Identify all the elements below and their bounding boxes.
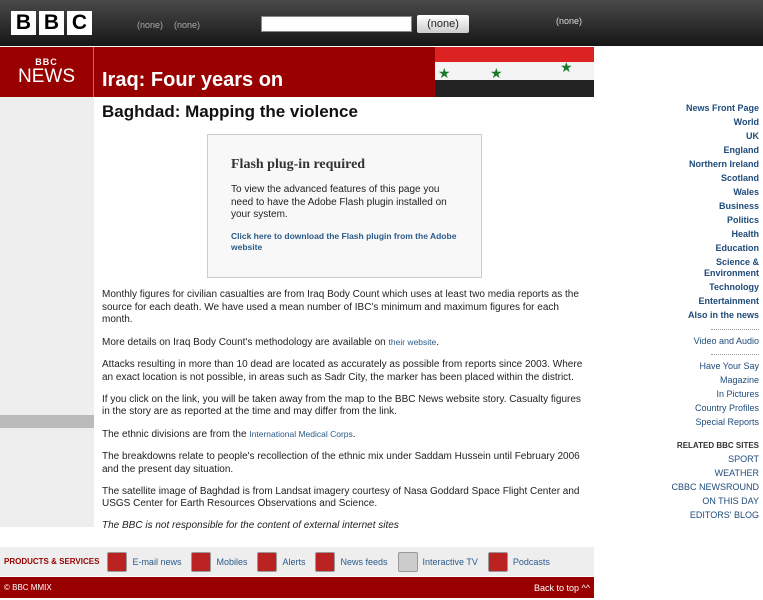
divider — [711, 329, 759, 330]
sidebar-item[interactable]: World — [734, 117, 759, 128]
product-label: Interactive TV — [422, 556, 478, 567]
article-body: Monthly figures for civilian casualties … — [102, 289, 588, 542]
top-right-link[interactable]: (none) — [556, 16, 582, 26]
flash-text: To view the advanced features of this pa… — [231, 184, 447, 220]
sidebar-item[interactable]: Environment — [704, 268, 759, 279]
iraq-flag-image: ★ ★ ★ — [435, 47, 594, 97]
sidebar-item[interactable]: Politics — [727, 215, 759, 226]
disclaimer-text: The BBC is not responsible for the conte… — [102, 520, 399, 531]
related-site-link[interactable]: CBBC NEWSROUND — [671, 482, 759, 493]
paragraph: The ethnic divisions are from the Intern… — [102, 428, 588, 442]
back-to-top-link[interactable]: Back to top ^^ — [534, 583, 590, 593]
related-site-link[interactable]: EDITORS' BLOG — [690, 510, 759, 521]
imc-link[interactable]: International Medical Corps — [249, 429, 352, 439]
sidebar-item-video[interactable]: Video and Audio — [694, 336, 759, 347]
paragraph: More details on Iraq Body Count's method… — [102, 336, 588, 350]
sidebar-item[interactable]: In Pictures — [716, 389, 759, 400]
logo-letter: B — [39, 11, 64, 35]
bbc-logo[interactable]: B B C — [11, 11, 92, 35]
top-link-1[interactable]: (none) — [137, 20, 163, 30]
sidebar-highlight — [0, 415, 94, 428]
search-input[interactable] — [261, 16, 412, 32]
products-label: PRODUCTS & SERVICES — [4, 557, 100, 566]
divider — [711, 354, 759, 355]
copyright: © BBC MMIX — [4, 583, 52, 592]
flash-notice: Flash plug-in required To view the advan… — [207, 134, 482, 278]
sidebar — [0, 97, 94, 527]
footer: © BBC MMIX Back to top ^^ — [0, 577, 594, 598]
podcast-icon — [487, 551, 508, 572]
logo-letter: B — [11, 11, 36, 35]
product-podcasts[interactable]: Podcasts — [487, 551, 550, 572]
text: More details on Iraq Body Count's method… — [102, 337, 389, 348]
logo-news: NEWS — [18, 66, 75, 87]
text: . — [352, 429, 356, 440]
sidebar-item[interactable]: Education — [715, 243, 759, 254]
sidebar-item[interactable]: Also in the news — [688, 310, 759, 321]
product-mobiles[interactable]: Mobiles — [191, 551, 248, 572]
banner: BBC NEWS Iraq: Four years on ★ ★ ★ — [0, 47, 594, 97]
top-bar: B B C (none) (none) (none) (none) — [0, 0, 763, 46]
sidebar-item[interactable]: England — [724, 145, 760, 156]
text: The ethnic divisions are from the — [102, 429, 250, 440]
related-sites-heading: RELATED BBC SITES — [676, 441, 759, 450]
product-alerts[interactable]: Alerts — [257, 551, 306, 572]
tv-icon — [397, 551, 418, 572]
sidebar-item[interactable]: Business — [719, 201, 759, 212]
sidebar-item[interactable]: Wales — [733, 187, 759, 198]
text: . — [436, 337, 440, 348]
product-label: Podcasts — [512, 556, 550, 567]
related-site-link[interactable]: ON THIS DAY — [702, 496, 759, 507]
sidebar-item[interactable]: Have Your Say — [699, 361, 759, 372]
product-label: Alerts — [282, 556, 306, 567]
rss-icon — [315, 551, 336, 572]
product-label: E-mail news — [132, 556, 182, 567]
product-label: News feeds — [340, 556, 388, 567]
related-site-link[interactable]: WEATHER — [715, 468, 759, 479]
paragraph: If you click on the link, you will be ta… — [102, 393, 581, 418]
search-button[interactable]: (none) — [417, 15, 469, 33]
bbc-news-logo[interactable]: BBC NEWS — [0, 47, 94, 97]
sidebar-item[interactable]: Northern Ireland — [689, 159, 759, 170]
flash-title: Flash plug-in required — [231, 157, 366, 172]
envelope-icon — [107, 551, 128, 572]
sidebar-item[interactable]: News Front Page — [686, 103, 759, 114]
their-website-link[interactable]: their website — [389, 337, 437, 347]
sidebar-item[interactable]: Special Reports — [695, 417, 759, 428]
disclaimer: The BBC is not responsible for the conte… — [102, 520, 588, 533]
product-label: Mobiles — [216, 556, 248, 567]
paragraph: Monthly figures for civilian casualties … — [102, 289, 579, 325]
top-link-2[interactable]: (none) — [174, 20, 200, 30]
paragraph: The breakdowns relate to people's recoll… — [102, 451, 580, 475]
sidebar-item[interactable]: Science & — [716, 257, 759, 268]
product-email[interactable]: E-mail news — [107, 551, 182, 572]
alert-icon — [257, 551, 278, 572]
sidebar-item[interactable]: Magazine — [720, 375, 759, 386]
flash-download-link[interactable]: Click here to download the Flash plugin … — [231, 231, 458, 253]
sidebar-item[interactable]: Health — [731, 229, 759, 240]
sidebar-item[interactable]: Scotland — [721, 173, 759, 184]
paragraph: The satellite image of Baghdad is from L… — [102, 485, 580, 510]
sidebar-item[interactable]: Country Profiles — [695, 403, 759, 414]
mobile-icon — [191, 551, 212, 572]
logo-letter: C — [67, 11, 92, 35]
product-tv[interactable]: Interactive TV — [397, 551, 478, 572]
banner-title: Iraq: Four years on — [102, 69, 284, 91]
sidebar-item[interactable]: UK — [746, 131, 759, 142]
page-title: Baghdad: Mapping the violence — [102, 102, 358, 121]
products-bar: PRODUCTS & SERVICES E-mail news Mobiles … — [0, 547, 594, 576]
sidebar-item[interactable]: Technology — [709, 282, 759, 293]
paragraph: Attacks resulting in more than 10 dead a… — [102, 359, 583, 383]
product-feeds[interactable]: News feeds — [315, 551, 388, 572]
sidebar-item[interactable]: Entertainment — [698, 296, 759, 307]
related-site-link[interactable]: SPORT — [728, 454, 759, 465]
